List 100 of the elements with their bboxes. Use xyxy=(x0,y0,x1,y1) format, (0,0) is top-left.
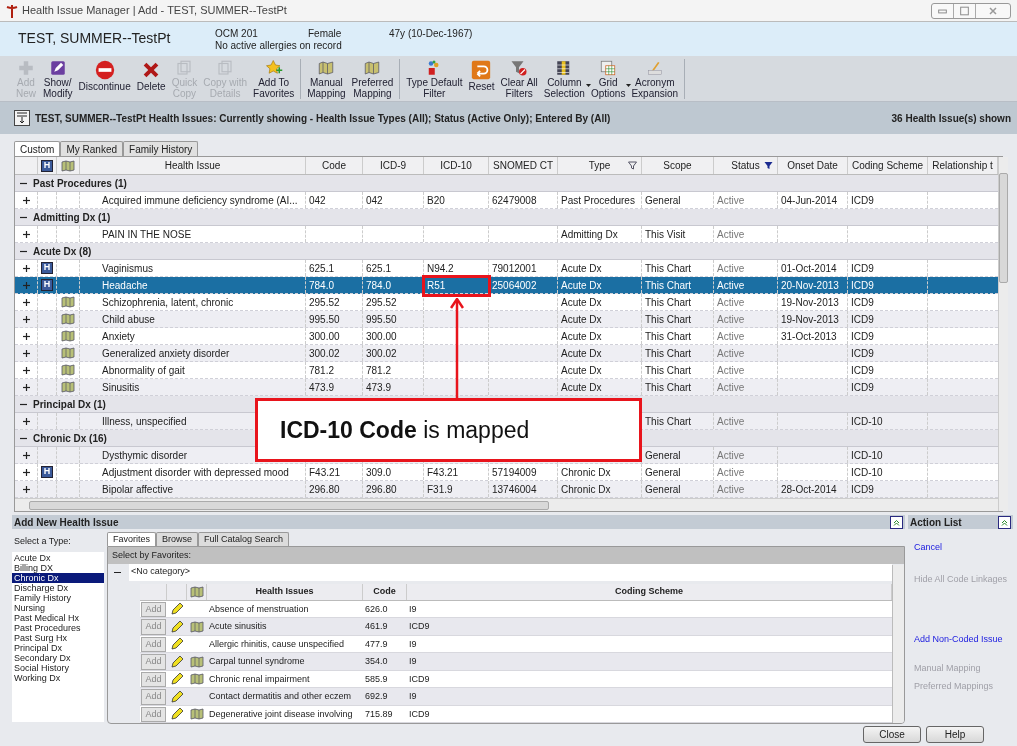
table-cell-text: 300.00 xyxy=(366,329,397,344)
issue-count: 36 Health Issue(s) shown xyxy=(891,111,1011,126)
table-cell-text: Acute Dx xyxy=(561,363,602,378)
table-cell-text: Acquired immune deficiency syndrome (AI... xyxy=(102,193,298,208)
table-cell-text: Active xyxy=(717,329,745,344)
table-cell-text: This Chart xyxy=(645,414,692,429)
table-cell-text: F31.9 xyxy=(427,482,453,497)
table-cell-text: Headache xyxy=(102,278,148,293)
table-cell-text: 042 xyxy=(366,193,383,208)
table-cell-text: Acute Dx xyxy=(561,295,602,310)
table-cell: Degenerative joint disease involving xyxy=(209,707,353,721)
table-cell-text: General xyxy=(645,465,681,480)
table-cell-text: 295.52 xyxy=(309,295,340,310)
table-cell-text: Bipolar affective xyxy=(102,482,173,497)
table-cell-text: 625.1 xyxy=(366,261,392,276)
table-cell-text: Abnormality of gait xyxy=(102,363,185,378)
table-cell-text: Active xyxy=(717,312,745,327)
table-cell-text: Adjustment disorder with depressed mood xyxy=(102,465,289,480)
table-cell-text: 995.50 xyxy=(309,312,340,327)
table-cell: 477.9 xyxy=(365,637,388,651)
table-cell-text: General xyxy=(645,193,681,208)
table-cell-text: This Chart xyxy=(645,363,692,378)
table-cell-text: 625.1 xyxy=(309,261,335,276)
table-cell: Chronic renal impairment xyxy=(209,672,310,686)
h-badge: H xyxy=(41,159,53,172)
table-cell-text: N94.2 xyxy=(427,261,454,276)
table-cell-text: F43.21 xyxy=(309,465,341,480)
patient-id: OCM 201 xyxy=(215,28,259,40)
table-cell-text: Sinusitis xyxy=(102,380,140,395)
table-cell-text: Admitting Dx xyxy=(561,227,618,242)
table-cell-text: 19-Nov-2013 xyxy=(781,312,839,327)
table-cell-text: 692.9 xyxy=(365,690,388,703)
table-cell-text: ICD-10 xyxy=(851,465,883,480)
table-cell-text: ICD9 xyxy=(851,363,874,378)
table-cell-text: ICD9 xyxy=(851,261,874,276)
table-cell-text: 31-Oct-2013 xyxy=(781,329,837,344)
allergy-status: No active allergies on record xyxy=(215,40,342,52)
table-cell-text: 04-Jun-2014 xyxy=(781,193,838,208)
table-cell: I9 xyxy=(409,637,417,651)
table-cell-text: Acute sinusitis xyxy=(209,620,267,633)
table-cell-text: 300.02 xyxy=(366,346,397,361)
table-cell-text: 19-Nov-2013 xyxy=(781,295,839,310)
table-cell-text: 781.2 xyxy=(366,363,392,378)
group-label: Admitting Dx (1) xyxy=(33,210,111,225)
patient-name: TEST, SUMMER--TestPt xyxy=(18,29,172,48)
table-cell-text: I9 xyxy=(409,690,417,703)
h-badge: H xyxy=(41,279,53,291)
table-cell-text: Chronic Dx xyxy=(561,482,611,497)
table-cell-text: 995.50 xyxy=(366,312,397,327)
table-cell-text: 296.80 xyxy=(366,482,397,497)
table-cell-text: Child abuse xyxy=(102,312,155,327)
table-cell-text: F43.21 xyxy=(427,465,459,480)
table-cell-text: General xyxy=(645,482,681,497)
table-cell-text: 20-Nov-2013 xyxy=(781,278,839,293)
annotation-tooltip: ICD-10 Code is mapped xyxy=(255,398,642,462)
table-cell-text: Active xyxy=(717,414,745,429)
table-cell-text: Active xyxy=(717,380,745,395)
table-cell: ICD9 xyxy=(409,707,430,721)
table-cell-text: 28-Oct-2014 xyxy=(781,482,837,497)
table-cell-text: Active xyxy=(717,261,745,276)
table-cell-text: This Chart xyxy=(645,380,692,395)
table-cell-text: Anxiety xyxy=(102,329,135,344)
table-cell-text: 042 xyxy=(309,193,326,208)
table-cell-text: Active xyxy=(717,295,745,310)
table-cell-text: ICD9 xyxy=(851,312,874,327)
table-cell-text: 79012001 xyxy=(492,261,537,276)
table-cell-text: Carpal tunnel syndrome xyxy=(209,655,305,668)
table-cell-text: R51 xyxy=(427,278,446,293)
group-label: Acute Dx (8) xyxy=(33,244,92,259)
table-cell-text: ICD9 xyxy=(851,193,874,208)
type-label: Select a Type: xyxy=(13,535,72,549)
table-cell: Absence of menstruation xyxy=(209,602,309,616)
table-cell-text: This Visit xyxy=(645,227,686,242)
table-cell-text: Acute Dx xyxy=(561,278,602,293)
table-cell-text: 295.52 xyxy=(366,295,397,310)
table-cell-text: ICD9 xyxy=(851,380,874,395)
table-cell-text: 300.00 xyxy=(309,329,340,344)
table-cell-text: Chronic Dx xyxy=(561,465,611,480)
table-cell-text: Active xyxy=(717,227,745,242)
table-cell-text: Active xyxy=(717,363,745,378)
table-cell: 626.0 xyxy=(365,602,388,616)
patient-sex: Female xyxy=(308,28,343,40)
table-cell-text: This Chart xyxy=(645,346,692,361)
table-cell-text: Acute Dx xyxy=(561,261,602,276)
table-cell-text: 784.0 xyxy=(366,278,392,293)
table-cell-text: Active xyxy=(717,346,745,361)
table-cell-text: Active xyxy=(717,278,745,293)
table-cell-text: Schizophrenia, latent, chronic xyxy=(102,295,234,310)
table-cell-text: ICD9 xyxy=(851,295,874,310)
table-cell-text: This Chart xyxy=(645,261,692,276)
table-cell-text: Generalized anxiety disorder xyxy=(102,346,230,361)
table-cell-text: Contact dermatitis and other eczem xyxy=(209,690,352,703)
table-cell-text: Acute Dx xyxy=(561,329,602,344)
table-cell-text: ICD9 xyxy=(851,346,874,361)
h-badge: H xyxy=(41,262,53,274)
table-cell-text: Active xyxy=(717,482,745,497)
table-cell-text: ICD-10 xyxy=(851,448,883,463)
window-title: Health Issue Manager | Add - TEST, SUMMER--TestPt xyxy=(22,3,287,19)
table-cell-text: B20 xyxy=(427,193,445,208)
filter-summary: TEST, SUMMER--TestPt Health Issues: Currently showing - Health Issue Types (All); Status (Active Only); Entered By (All) xyxy=(35,111,611,126)
